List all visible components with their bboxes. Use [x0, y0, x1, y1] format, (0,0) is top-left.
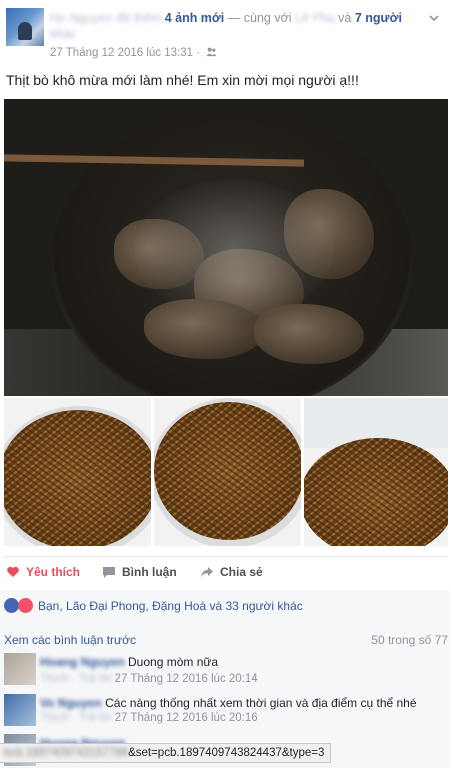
comment-meta: Thích · Trả lời 27 Tháng 12 2016 lúc 20:…: [40, 712, 258, 724]
thumbs-up-icon: [4, 598, 19, 613]
post-meta: 27 Tháng 12 2016 lúc 13:31 ·: [50, 46, 217, 59]
steam-shape: [134, 179, 334, 319]
comment-time[interactable]: 27 Tháng 12 2016 lúc 20:16: [115, 712, 258, 724]
post-timestamp[interactable]: 27 Tháng 12 2016 lúc 13:31 ·: [50, 47, 200, 59]
noodles-shape: [304, 438, 448, 546]
like-label: Yêu thích: [26, 565, 81, 579]
photo-thumb-2[interactable]: [154, 398, 301, 546]
comment-text: Các nàng thống nhất xem thời gian và địa…: [105, 696, 417, 710]
heart-icon: [7, 566, 19, 577]
photo-thumb-1[interactable]: [4, 398, 151, 546]
comment-label: Bình luận: [122, 565, 177, 579]
avatar[interactable]: [4, 694, 36, 726]
share-icon: [201, 567, 213, 578]
like-button[interactable]: Yêu thích: [6, 565, 80, 579]
comment-author[interactable]: Vo Nguyen: [40, 696, 102, 710]
comments-count: 50 trong số 77: [371, 633, 448, 647]
post-text: Thịt bò khô mừa mới làm nhé! Em xin mời …: [6, 72, 359, 88]
photo-count-link[interactable]: 4 ảnh mới: [165, 11, 225, 25]
author-avatar[interactable]: [6, 8, 44, 46]
post-header-line: Ho Nguyen đã thêm 4 ảnh mới — cùng với L…: [50, 10, 430, 42]
comment-icon: [103, 567, 115, 578]
list-item: Vo Nguyen Các nàng thống nhất xem thời g…: [40, 695, 446, 711]
avatar[interactable]: [4, 653, 36, 685]
added-text: đã thêm: [116, 11, 162, 25]
action-bar: Yêu thích Bình luận Chia sẻ: [0, 556, 450, 590]
comment-reply-links[interactable]: Thích · Trả lời: [40, 712, 111, 724]
comment-button[interactable]: Bình luận: [102, 565, 177, 579]
share-button[interactable]: Chia sẻ: [200, 565, 263, 579]
comment-reply-links[interactable]: Thích · Trả lời: [40, 673, 111, 685]
love-heart-icon: [18, 598, 33, 613]
tagged-person[interactable]: Lê Phu: [295, 11, 335, 25]
status-url-hidden: bcb.1897409743157788: [4, 747, 129, 759]
with-text: — cùng với: [227, 11, 292, 25]
view-previous-comments-link[interactable]: Xem các bình luận trước: [4, 633, 136, 647]
author-name[interactable]: Ho Nguyen: [50, 11, 113, 25]
noodles-shape: [4, 410, 151, 546]
comment-time[interactable]: 27 Tháng 12 2016 lúc 20:14: [115, 673, 258, 685]
noodles-shape: [154, 402, 301, 540]
comment-text: Duong mòm nữa: [128, 655, 219, 669]
list-item: Hoang Nguyen Duong mòm nữa: [40, 654, 218, 670]
photo-main-pot[interactable]: [4, 99, 448, 396]
others-link[interactable]: 7 người: [355, 11, 402, 25]
chevron-down-icon[interactable]: [428, 12, 440, 24]
friends-audience-icon[interactable]: [206, 46, 217, 57]
reactions-bar: Bạn, Lão Đại Phong, Đặng Hoà và 33 người…: [0, 590, 450, 622]
post-header: Ho Nguyen đã thêm 4 ảnh mới — cùng với L…: [0, 0, 450, 62]
photo-thumb-3[interactable]: [304, 398, 448, 546]
others-suffix: khác: [50, 27, 77, 41]
and-text: và: [338, 11, 352, 25]
comment-author[interactable]: Hoang Nguyen: [40, 655, 125, 669]
comment-meta: Thích · Trả lời 27 Tháng 12 2016 lúc 20:…: [40, 673, 258, 685]
status-url-visible: &set=pcb.1897409743824437&type=3: [128, 747, 325, 759]
reactions-summary[interactable]: Bạn, Lão Đại Phong, Đặng Hoà và 33 người…: [38, 599, 303, 613]
share-label: Chia sẻ: [220, 565, 263, 579]
status-bar-url: bcb.1897409743157788&set=pcb.18974097438…: [0, 743, 332, 763]
